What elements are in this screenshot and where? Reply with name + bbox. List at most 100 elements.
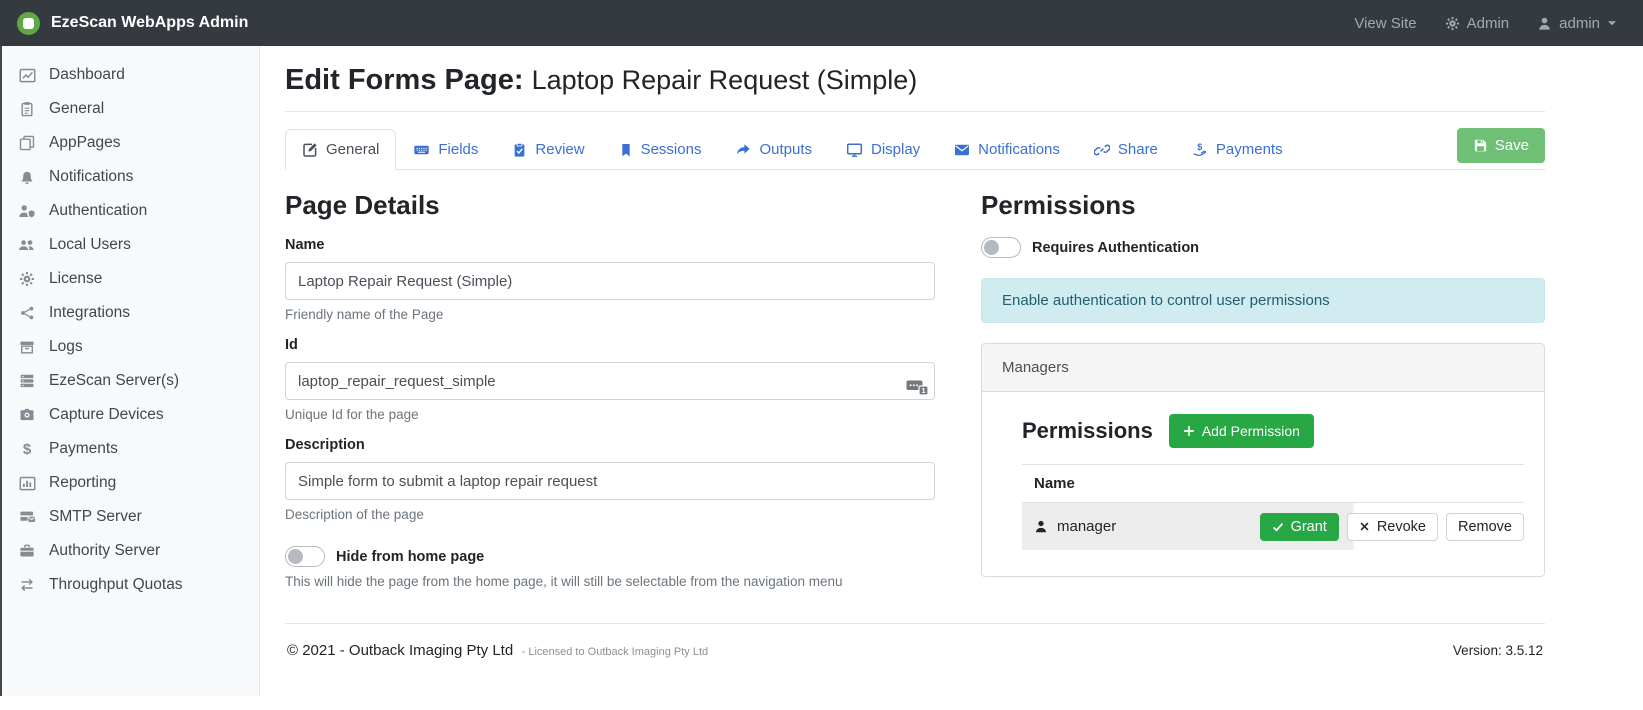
tab-share[interactable]: Share	[1077, 129, 1175, 170]
user-icon	[1537, 16, 1552, 31]
tab-label: Sessions	[641, 141, 702, 158]
sidebar-item-label: Local Users	[49, 236, 131, 254]
tab-sessions[interactable]: Sessions	[602, 129, 719, 170]
sidebar-item-label: General	[49, 100, 104, 118]
user-menu[interactable]: admin	[1537, 15, 1617, 32]
add-permission-button[interactable]: Add Permission	[1169, 414, 1314, 448]
tab-label: Fields	[438, 141, 478, 158]
toggle-knob	[288, 549, 303, 564]
save-button[interactable]: Save	[1457, 128, 1545, 163]
sidebar-item-integrations[interactable]: Integrations	[2, 296, 259, 330]
hand-dollar-icon: $	[1192, 142, 1208, 158]
keyboard-icon	[413, 142, 430, 158]
user-shield-icon	[18, 203, 36, 219]
clipboard-icon	[18, 101, 36, 117]
revoke-label: Revoke	[1377, 519, 1426, 535]
user-label: admin	[1559, 15, 1600, 32]
sidebar-item-general[interactable]: General	[2, 92, 259, 126]
tab-label: General	[326, 141, 379, 158]
sidebar-item-smtp-server[interactable]: SMTP Server	[2, 500, 259, 534]
archive-icon	[18, 339, 36, 355]
sidebar-item-label: Payments	[49, 440, 118, 458]
requires-authentication-toggle[interactable]	[981, 237, 1021, 258]
tab-outputs[interactable]: Outputs	[718, 129, 829, 170]
tab-label: Outputs	[759, 141, 812, 158]
managers-card-header: Managers	[982, 344, 1544, 392]
page-title: Edit Forms Page: Laptop Repair Request (…	[285, 64, 1545, 112]
add-permission-label: Add Permission	[1202, 423, 1300, 439]
tab-bar: General Fields Review Sessions Outputs	[285, 128, 1545, 170]
sidebar-item-logs[interactable]: Logs	[2, 330, 259, 364]
toggle-knob	[984, 240, 999, 255]
page-title-prefix: Edit Forms Page:	[285, 64, 524, 96]
description-help: Description of the page	[285, 507, 935, 522]
sidebar-item-label: Capture Devices	[49, 406, 164, 424]
revoke-button[interactable]: Revoke	[1347, 513, 1438, 541]
check-icon	[1272, 521, 1284, 533]
edit-icon	[302, 142, 318, 158]
sidebar-item-ezescan-servers[interactable]: EzeScan Server(s)	[2, 364, 259, 398]
sidebar-item-capture-devices[interactable]: Capture Devices	[2, 398, 259, 432]
sidebar-item-authority-server[interactable]: Authority Server	[2, 534, 259, 568]
version-text: Version: 3.5.12	[1453, 643, 1543, 658]
id-input[interactable]	[285, 362, 935, 400]
view-site-link[interactable]: View Site	[1354, 15, 1416, 32]
table-row: manager Grant Revoke	[1022, 503, 1524, 550]
page-title-name: Laptop Repair Request (Simple)	[532, 65, 918, 95]
sidebar-item-payments[interactable]: $ Payments	[2, 432, 259, 466]
sidebar-item-apppages[interactable]: AppPages	[2, 126, 259, 160]
tab-notifications[interactable]: Notifications	[937, 129, 1077, 170]
permissions-table: Name manager Grant	[1022, 464, 1524, 550]
briefcase-icon	[18, 543, 36, 559]
footer: © 2021 - Outback Imaging Pty Ltd - Licen…	[285, 624, 1545, 666]
card-permissions-heading: Permissions	[1022, 418, 1153, 444]
sidebar-item-reporting[interactable]: Reporting	[2, 466, 259, 500]
chart-line-icon	[18, 67, 36, 84]
page-details-section: Page Details Name Friendly name of the P…	[285, 190, 935, 589]
sidebar-item-label: Dashboard	[49, 66, 125, 84]
pages-icon	[18, 135, 36, 151]
page-details-heading: Page Details	[285, 190, 935, 221]
tab-label: Payments	[1216, 141, 1283, 158]
tab-general[interactable]: General	[285, 129, 396, 170]
hide-from-home-toggle[interactable]	[285, 546, 325, 567]
tab-label: Display	[871, 141, 920, 158]
mail-server-icon	[18, 509, 36, 525]
grant-label: Grant	[1291, 519, 1327, 535]
tab-label: Notifications	[978, 141, 1060, 158]
name-input[interactable]	[285, 262, 935, 300]
save-icon	[1473, 138, 1488, 153]
brand[interactable]: EzeScan WebApps Admin	[0, 12, 260, 35]
tab-fields[interactable]: Fields	[396, 129, 495, 170]
admin-label: Admin	[1467, 15, 1510, 32]
description-label: Description	[285, 437, 935, 453]
sidebar-item-license[interactable]: License	[2, 262, 259, 296]
sidebar-item-local-users[interactable]: Local Users	[2, 228, 259, 262]
grant-button[interactable]: Grant	[1260, 513, 1339, 541]
tab-display[interactable]: Display	[829, 129, 937, 170]
sidebar-item-label: Authentication	[49, 202, 147, 220]
tab-review[interactable]: Review	[495, 129, 601, 170]
share-nodes-icon	[18, 305, 36, 321]
tab-payments[interactable]: $ Payments	[1175, 129, 1300, 170]
admin-link[interactable]: Admin	[1445, 15, 1510, 32]
permissions-section: Permissions Requires Authentication Enab…	[981, 190, 1545, 589]
license-text: - Licensed to Outback Imaging Pty Ltd	[522, 646, 709, 658]
auth-info-alert: Enable authentication to control user pe…	[981, 278, 1545, 323]
description-input[interactable]	[285, 462, 935, 500]
sidebar-item-label: Authority Server	[49, 542, 160, 560]
hide-from-home-label: Hide from home page	[336, 549, 484, 565]
sidebar-item-dashboard[interactable]: Dashboard	[2, 58, 259, 92]
sidebar-item-label: Throughput Quotas	[49, 576, 183, 594]
name-help: Friendly name of the Page	[285, 307, 935, 322]
sidebar: Dashboard General AppPages Notifications…	[0, 46, 260, 696]
sidebar-item-notifications[interactable]: Notifications	[2, 160, 259, 194]
remove-button[interactable]: Remove	[1446, 513, 1524, 541]
requires-authentication-label: Requires Authentication	[1032, 240, 1199, 256]
server-icon	[18, 373, 36, 389]
copyright-text: © 2021 - Outback Imaging Pty Ltd	[287, 642, 513, 659]
x-icon	[1359, 521, 1370, 532]
sidebar-item-authentication[interactable]: Authentication	[2, 194, 259, 228]
sidebar-item-throughput-quotas[interactable]: Throughput Quotas	[2, 568, 259, 602]
chart-bar-icon	[18, 475, 36, 492]
